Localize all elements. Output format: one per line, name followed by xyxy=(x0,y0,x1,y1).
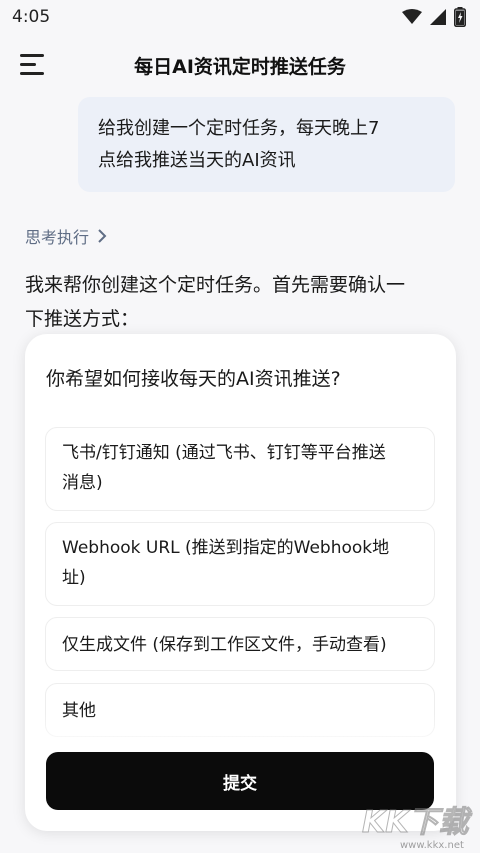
option-label: Webhook URL (推送到指定的Webhook地 xyxy=(62,538,390,558)
option-webhook[interactable]: Webhook URL (推送到指定的Webhook地 址) xyxy=(45,522,435,606)
question-text: 你希望如何接收每天的AI资讯推送? xyxy=(46,368,341,390)
question-sheet: 你希望如何接收每天的AI资讯推送? 飞书/钉钉通知 (通过飞书、钉钉等平台推送 … xyxy=(25,334,456,831)
option-label: 仅生成文件 (保存到工作区文件，手动查看) xyxy=(62,635,387,655)
svg-text:www.kkx.net: www.kkx.net xyxy=(400,840,464,851)
option-file-only[interactable]: 仅生成文件 (保存到工作区文件，手动查看) xyxy=(45,617,435,671)
assistant-line: 我来帮你创建这个定时任务。首先需要确认一 xyxy=(25,274,406,296)
battery-charging-icon xyxy=(454,7,466,27)
signal-icon xyxy=(430,9,446,25)
page-title: 每日AI资讯定时推送任务 xyxy=(134,55,346,78)
option-feishu-dingtalk[interactable]: 飞书/钉钉通知 (通过飞书、钉钉等平台推送 消息) xyxy=(45,427,435,511)
status-icons xyxy=(402,7,466,27)
header: 每日AI资讯定时推送任务 xyxy=(0,40,480,90)
option-label: 址) xyxy=(62,568,86,588)
assistant-line: 下推送方式： xyxy=(25,308,140,330)
option-label: 飞书/钉钉通知 (通过飞书、钉钉等平台推送 xyxy=(62,443,386,463)
menu-icon[interactable] xyxy=(20,54,46,76)
option-label: 消息) xyxy=(62,473,103,493)
assistant-message: 我来帮你创建这个定时任务。首先需要确认一 下推送方式： xyxy=(25,268,460,336)
scroll-fade xyxy=(25,714,456,754)
user-message-line: 给我创建一个定时任务，每天晚上7 xyxy=(98,118,380,139)
thinking-toggle[interactable]: 思考执行 xyxy=(25,224,107,248)
user-message-line: 点给我推送当天的AI资讯 xyxy=(98,150,296,171)
svg-text:KK下载: KK下载 xyxy=(362,805,472,840)
chevron-right-icon xyxy=(98,229,107,243)
user-message-bubble: 给我创建一个定时任务，每天晚上7 点给我推送当天的AI资讯 xyxy=(78,97,455,192)
status-bar: 4:05 xyxy=(0,0,480,34)
wifi-icon xyxy=(402,9,422,24)
watermark-logo: KK下载 www.kkx.net xyxy=(362,805,473,852)
thinking-label: 思考执行 xyxy=(25,228,90,247)
status-time: 4:05 xyxy=(12,7,51,27)
